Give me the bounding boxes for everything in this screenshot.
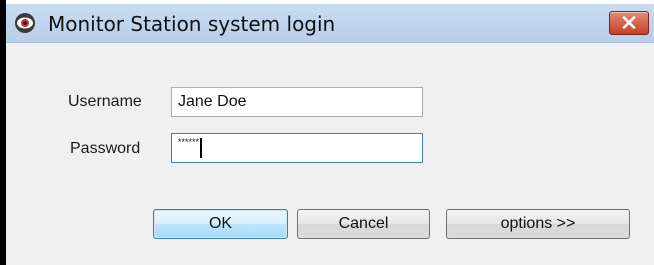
dialog-body: Username Jane Doe Password ****** OK Can… — [6, 43, 654, 265]
title-bar[interactable]: Monitor Station system login — [6, 4, 654, 43]
password-field[interactable]: ****** — [171, 133, 423, 163]
close-icon — [622, 16, 636, 29]
eye-icon — [14, 12, 36, 34]
password-label: Password — [70, 140, 141, 157]
window-title: Monitor Station system login — [48, 12, 336, 36]
username-label: Username — [68, 93, 142, 110]
username-field[interactable]: Jane Doe — [171, 87, 423, 117]
close-button[interactable] — [609, 11, 649, 35]
password-mask: ****** — [178, 137, 200, 147]
options-button[interactable]: options >> — [446, 209, 630, 239]
ok-button[interactable]: OK — [153, 209, 288, 239]
text-caret — [200, 138, 203, 158]
cancel-button[interactable]: Cancel — [297, 209, 430, 239]
